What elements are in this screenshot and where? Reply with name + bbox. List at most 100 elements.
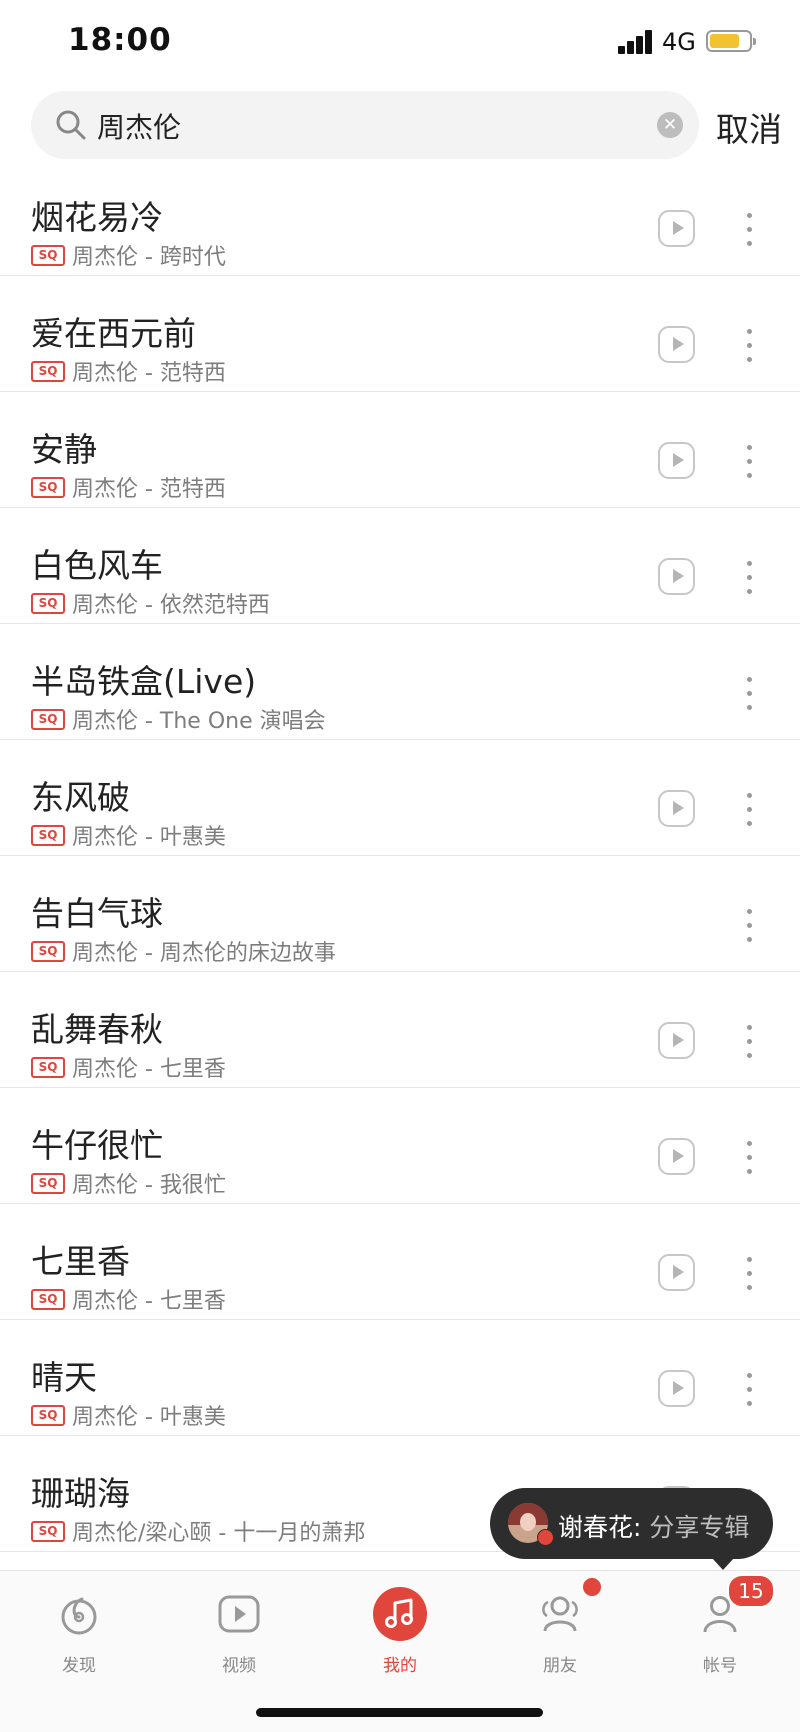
play-video-icon[interactable] [658,1138,695,1175]
tab-discover[interactable]: 发现 [29,1581,129,1681]
search-bar[interactable]: ✕ [31,91,699,159]
sq-badge: SQ [31,1056,65,1078]
more-options-icon[interactable] [742,1373,756,1408]
song-title: 告白气球 [31,894,163,933]
more-options-icon[interactable] [742,329,756,364]
song-artist-album: 周杰伦 - 七里香 [72,1289,226,1314]
discover-icon [61,1597,97,1635]
signal-icon [618,30,654,54]
more-options-icon[interactable] [742,793,756,828]
song-subtitle: SQ 周杰伦 - 范特西 [31,472,226,502]
song-title: 爱在西元前 [31,314,196,353]
song-title: 珊瑚海 [31,1474,130,1513]
sq-badge: SQ [31,360,65,382]
song-title: 牛仔很忙 [31,1126,163,1165]
song-title: 烟花易冷 [31,198,163,237]
network-label: 4G [662,28,696,56]
song-artist-album: 周杰伦 - 周杰伦的床边故事 [72,941,336,966]
more-options-icon[interactable] [742,1257,756,1292]
more-options-icon[interactable] [742,677,756,712]
account-badge: 15 [727,1574,775,1608]
play-video-icon[interactable] [658,1370,695,1407]
tab-label: 我的 [383,1656,417,1676]
tab-label: 帐号 [703,1656,737,1676]
song-artist-album: 周杰伦 - 我很忙 [72,1173,226,1198]
play-video-icon[interactable] [658,210,695,247]
music-note-icon [385,1598,413,1628]
battery-icon [706,30,756,52]
play-video-icon[interactable] [658,1254,695,1291]
more-options-icon[interactable] [742,1025,756,1060]
song-item[interactable]: 东风破 SQ 周杰伦 - 叶惠美 [0,740,800,856]
tab-video[interactable]: 视频 [189,1581,289,1681]
more-options-icon[interactable] [742,445,756,480]
tab-my-music[interactable]: 我的 [350,1581,450,1681]
tab-label: 发现 [62,1656,96,1676]
tab-label: 朋友 [543,1656,577,1676]
tab-friends[interactable]: 朋友 [510,1581,610,1681]
song-item[interactable]: 牛仔很忙 SQ 周杰伦 - 我很忙 [0,1088,800,1204]
play-video-icon[interactable] [658,1022,695,1059]
play-video-icon[interactable] [658,558,695,595]
sq-badge: SQ [31,1404,65,1426]
sq-badge: SQ [31,940,65,962]
toast-user: 谢春花: [558,1513,642,1542]
more-options-icon[interactable] [742,213,756,248]
friends-icon [542,1596,578,1632]
search-icon [56,110,86,140]
cancel-button[interactable]: 取消 [716,103,782,151]
play-video-icon[interactable] [658,790,695,827]
song-subtitle: SQ 周杰伦 - 依然范特西 [31,588,270,618]
song-subtitle: SQ 周杰伦 - 七里香 [31,1052,226,1082]
song-title: 安静 [31,430,97,469]
share-toast[interactable]: 谢春花: 分享专辑 [490,1488,773,1570]
song-artist-album: 周杰伦 - 范特西 [72,361,226,386]
sq-badge: SQ [31,1172,65,1194]
song-item[interactable]: 乱舞春秋 SQ 周杰伦 - 七里香 [0,972,800,1088]
song-item[interactable]: 安静 SQ 周杰伦 - 范特西 [0,392,800,508]
sq-badge: SQ [31,708,65,730]
song-item[interactable]: 烟花易冷 SQ 周杰伦 - 跨时代 [0,160,800,276]
song-subtitle: SQ 周杰伦 - 周杰伦的床边故事 [31,936,336,966]
song-subtitle: SQ 周杰伦/梁心颐 - 十一月的萧邦 [31,1516,365,1546]
song-artist-album: 周杰伦 - The One 演唱会 [72,709,326,734]
friends-notification-dot [583,1578,601,1596]
toast-pointer [712,1558,734,1570]
play-video-icon[interactable] [658,442,695,479]
home-indicator [256,1708,543,1717]
sq-badge: SQ [31,476,65,498]
toast-action: 分享专辑 [641,1513,750,1542]
play-video-icon[interactable] [658,326,695,363]
song-item[interactable]: 半岛铁盒(Live) SQ 周杰伦 - The One 演唱会 [0,624,800,740]
clear-search-icon[interactable]: ✕ [657,112,683,138]
song-item[interactable]: 白色风车 SQ 周杰伦 - 依然范特西 [0,508,800,624]
song-title: 白色风车 [31,546,163,585]
sq-badge: SQ [31,592,65,614]
sq-badge: SQ [31,244,65,266]
song-title: 晴天 [31,1358,97,1397]
more-options-icon[interactable] [742,909,756,944]
song-subtitle: SQ 周杰伦 - 我很忙 [31,1168,226,1198]
song-artist-album: 周杰伦 - 依然范特西 [72,593,270,618]
song-title: 七里香 [31,1242,130,1281]
sq-badge: SQ [31,1520,65,1542]
song-item[interactable]: 爱在西元前 SQ 周杰伦 - 范特西 [0,276,800,392]
song-subtitle: SQ 周杰伦 - 叶惠美 [31,1400,226,1430]
song-item[interactable]: 告白气球 SQ 周杰伦 - 周杰伦的床边故事 [0,856,800,972]
song-subtitle: SQ 周杰伦 - 范特西 [31,356,226,386]
song-item[interactable]: 晴天 SQ 周杰伦 - 叶惠美 [0,1320,800,1436]
song-list: 烟花易冷 SQ 周杰伦 - 跨时代 爱在西元前 SQ 周杰伦 - 范特西 安静 SQ 周杰伦 -… [0,160,800,1552]
more-options-icon[interactable] [742,561,756,596]
song-subtitle: SQ 周杰伦 - 叶惠美 [31,820,226,850]
song-subtitle: SQ 周杰伦 - The One 演唱会 [31,704,326,734]
song-title: 东风破 [31,778,130,817]
more-options-icon[interactable] [742,1141,756,1176]
song-artist-album: 周杰伦 - 七里香 [72,1057,226,1082]
sq-badge: SQ [31,1288,65,1310]
song-subtitle: SQ 周杰伦 - 跨时代 [31,240,226,270]
song-title: 半岛铁盒(Live) [31,662,257,701]
sq-badge: SQ [31,824,65,846]
song-item[interactable]: 七里香 SQ 周杰伦 - 七里香 [0,1204,800,1320]
toast-text: 谢春花: 分享专辑 [558,1508,749,1544]
search-input[interactable] [95,103,619,149]
